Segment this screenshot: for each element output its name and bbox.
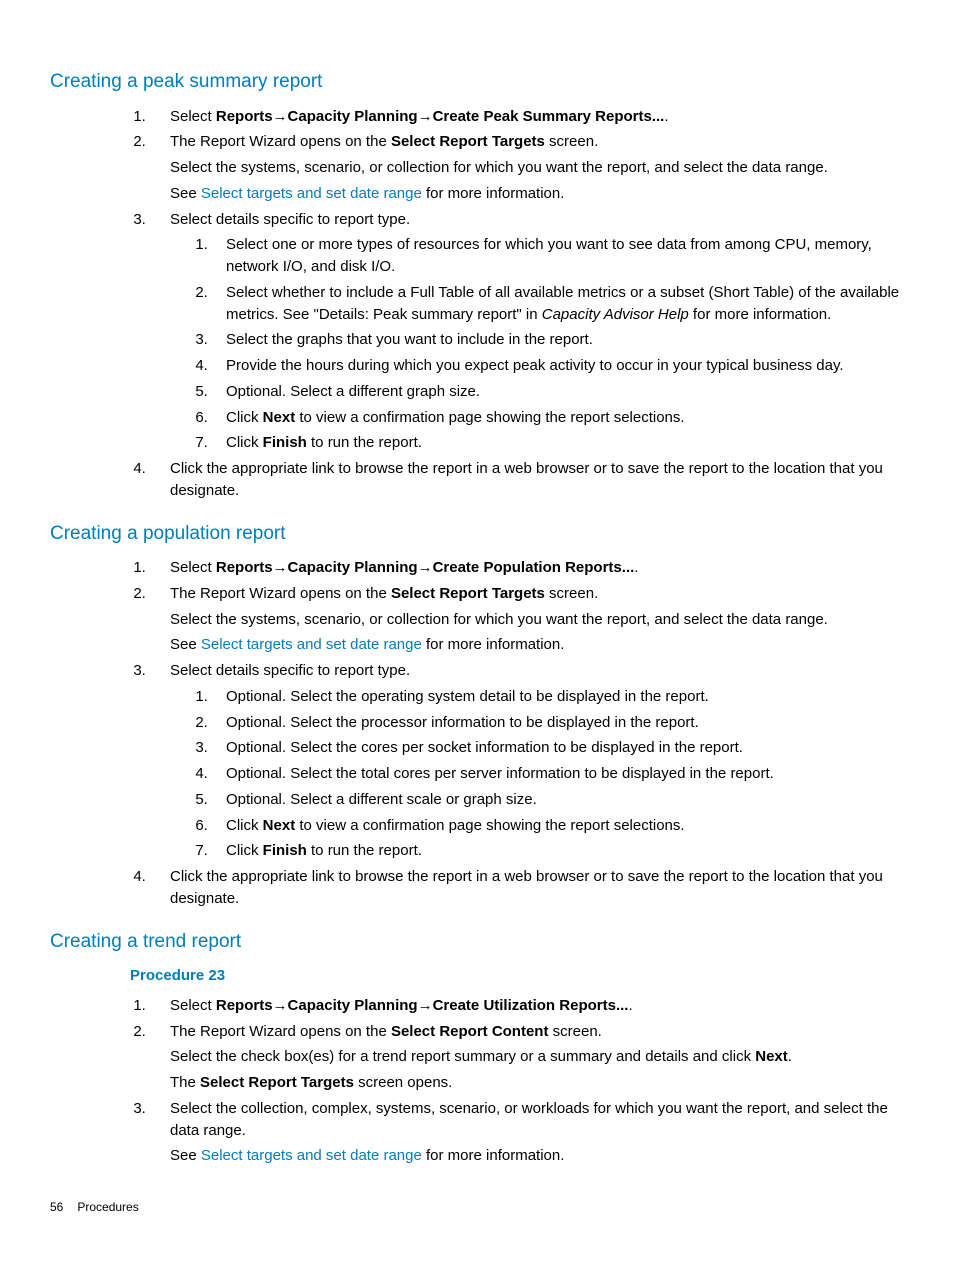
text: The Report Wizard opens on the xyxy=(170,585,391,602)
trend-steps: Select Reports→Capacity Planning→Create … xyxy=(50,995,904,1167)
link-select-targets[interactable]: Select targets and set date range xyxy=(201,185,422,202)
page-number: 56 xyxy=(50,1200,63,1214)
text: . xyxy=(634,559,638,576)
menu-path: Reports→Capacity Planning→Create Populat… xyxy=(216,559,634,576)
text: Select xyxy=(170,997,216,1014)
heading-population: Creating a population report xyxy=(50,520,904,548)
list-item: Provide the hours during which you expec… xyxy=(212,355,904,377)
population-substeps: Optional. Select the operating system de… xyxy=(170,686,904,862)
population-step-3: Select details specific to report type. … xyxy=(150,660,904,862)
list-item: Optional. Select a different graph size. xyxy=(212,381,904,403)
list-item: Click Finish to run the report. xyxy=(212,432,904,454)
list-item: Optional. Select the total cores per ser… xyxy=(212,763,904,785)
text: screen. xyxy=(545,585,598,602)
see-link-line: See Select targets and set date range fo… xyxy=(170,634,904,656)
list-item: Click Next to view a confirmation page s… xyxy=(212,815,904,837)
text: The Report Wizard opens on the xyxy=(170,133,391,150)
peak-step-3: Select details specific to report type. … xyxy=(150,209,904,455)
text: Select xyxy=(170,559,216,576)
text: screen. xyxy=(545,133,598,150)
list-item: Click Next to view a confirmation page s… xyxy=(212,407,904,429)
text: Select the systems, scenario, or collect… xyxy=(170,609,904,631)
text: . xyxy=(664,108,668,125)
peak-step-1: Select Reports→Capacity Planning→Create … xyxy=(150,106,904,128)
heading-peak-summary: Creating a peak summary report xyxy=(50,68,904,96)
list-item: Optional. Select the operating system de… xyxy=(212,686,904,708)
see-link-line: See Select targets and set date range fo… xyxy=(170,1145,904,1167)
footer-section: Procedures xyxy=(77,1200,138,1214)
link-select-targets[interactable]: Select targets and set date range xyxy=(201,1147,422,1164)
see-link-line: See Select targets and set date range fo… xyxy=(170,183,904,205)
population-step-1: Select Reports→Capacity Planning→Create … xyxy=(150,557,904,579)
list-item: Optional. Select the cores per socket in… xyxy=(212,737,904,759)
text: The Select Report Targets screen opens. xyxy=(170,1072,904,1094)
screen-name: Select Report Targets xyxy=(391,585,545,602)
list-item: Optional. Select a different scale or gr… xyxy=(212,789,904,811)
list-item: Click Finish to run the report. xyxy=(212,840,904,862)
trend-step-1: Select Reports→Capacity Planning→Create … xyxy=(150,995,904,1017)
screen-name: Select Report Content xyxy=(391,1023,549,1040)
text: The Report Wizard opens on the xyxy=(170,1023,391,1040)
text: Select the collection, complex, systems,… xyxy=(170,1100,888,1139)
population-step-2: The Report Wizard opens on the Select Re… xyxy=(150,583,904,656)
menu-path: Reports→Capacity Planning→Create Peak Su… xyxy=(216,108,665,125)
text: Select details specific to report type. xyxy=(170,211,410,228)
text: screen. xyxy=(548,1023,601,1040)
text: . xyxy=(628,997,632,1014)
list-item: Select whether to include a Full Table o… xyxy=(212,282,904,326)
peak-substeps: Select one or more types of resources fo… xyxy=(170,234,904,454)
population-step-4: Click the appropriate link to browse the… xyxy=(150,866,904,910)
text: Select details specific to report type. xyxy=(170,662,410,679)
list-item: Select one or more types of resources fo… xyxy=(212,234,904,278)
heading-trend: Creating a trend report xyxy=(50,928,904,956)
text: Select the systems, scenario, or collect… xyxy=(170,157,904,179)
trend-step-3: Select the collection, complex, systems,… xyxy=(150,1098,904,1167)
page-footer: 56 Procedures xyxy=(50,1199,904,1216)
list-item: Optional. Select the processor informati… xyxy=(212,712,904,734)
peak-step-2: The Report Wizard opens on the Select Re… xyxy=(150,131,904,204)
text: Select xyxy=(170,108,216,125)
procedure-number: Procedure 23 xyxy=(130,965,904,987)
menu-path: Reports→Capacity Planning→Create Utiliza… xyxy=(216,997,629,1014)
peak-steps: Select Reports→Capacity Planning→Create … xyxy=(50,106,904,502)
text: Select the check box(es) for a trend rep… xyxy=(170,1046,904,1068)
link-select-targets[interactable]: Select targets and set date range xyxy=(201,636,422,653)
peak-step-4: Click the appropriate link to browse the… xyxy=(150,458,904,502)
screen-name: Select Report Targets xyxy=(391,133,545,150)
population-steps: Select Reports→Capacity Planning→Create … xyxy=(50,557,904,910)
trend-step-2: The Report Wizard opens on the Select Re… xyxy=(150,1021,904,1094)
list-item: Select the graphs that you want to inclu… xyxy=(212,329,904,351)
